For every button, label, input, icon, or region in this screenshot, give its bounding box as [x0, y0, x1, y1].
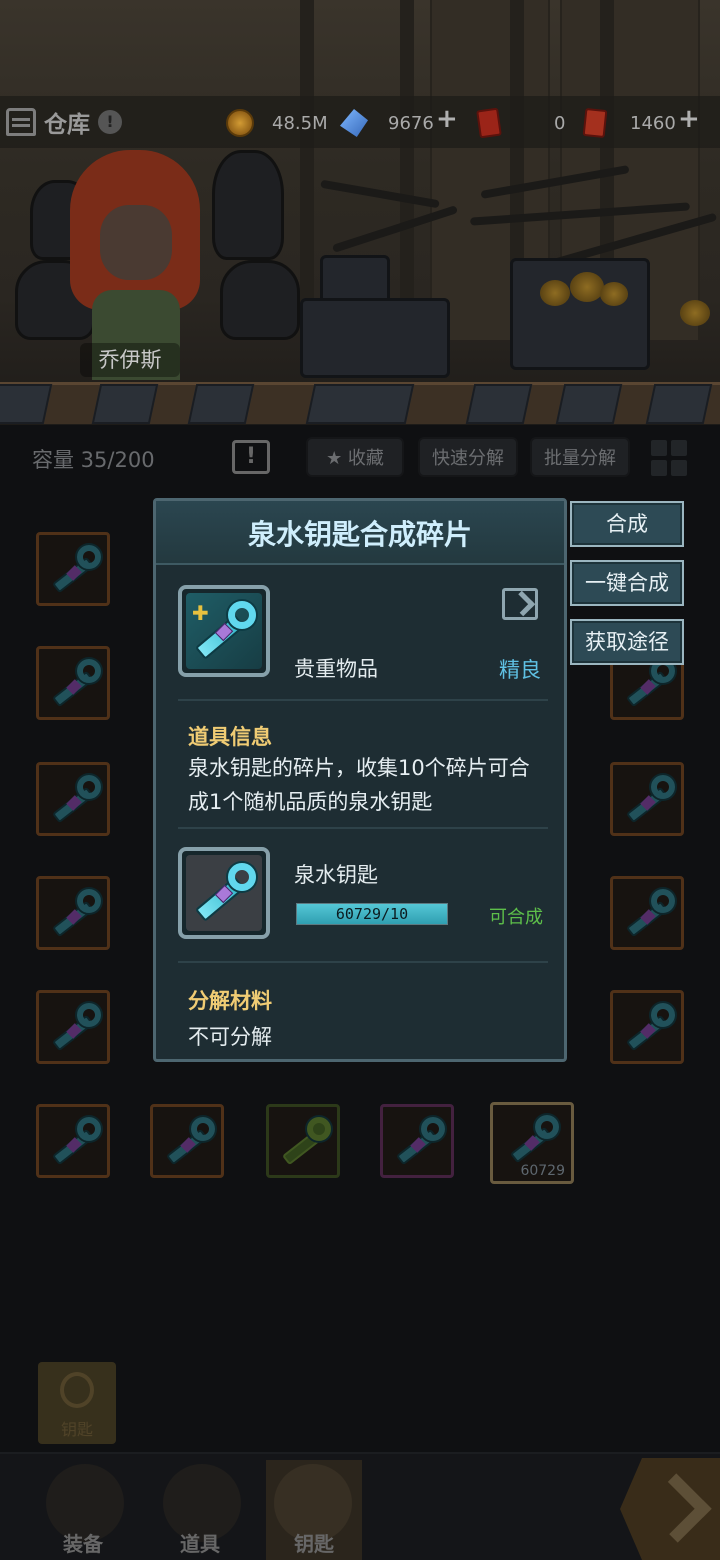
page-title: 仓库: [44, 112, 90, 138]
item-description: 泉水钥匙的碎片，收集10个碎片可合成1个随机品质的泉水钥匙: [188, 756, 530, 814]
popup-title: 泉水钥匙合成碎片: [247, 518, 472, 551]
red-card-icon: [476, 107, 502, 139]
progress-text: 60729/10: [335, 905, 409, 923]
decompose-heading: 分解材料: [188, 989, 272, 1013]
ticket-value: 1460: [630, 112, 676, 134]
decompose-text: 不可分解: [188, 1025, 272, 1049]
coin-value: 48.5M: [272, 112, 328, 134]
item-detail-popup: 泉水钥匙合成碎片 ✚ 贵重物品 精良 道具信息 泉水钥匙的碎片，收集10个碎片可…: [153, 498, 567, 1062]
combine-progress-bar: 60729/10: [296, 903, 448, 925]
hero-name: 乔伊斯: [80, 343, 180, 377]
coin-icon: [226, 109, 254, 137]
add-ticket-button[interactable]: +: [678, 104, 700, 134]
spring-key-fragment-icon: ✚: [192, 601, 256, 661]
target-item-frame: [178, 847, 270, 939]
one-click-combine-button[interactable]: 一键合成: [570, 560, 684, 606]
warehouse-title: 仓库 !: [6, 104, 122, 140]
share-icon[interactable]: [502, 588, 538, 620]
warehouse-icon: [6, 108, 36, 136]
item-icon-frame: ✚: [178, 585, 270, 677]
item-type: 贵重物品: [294, 657, 378, 681]
add-gem-button[interactable]: +: [436, 104, 458, 134]
item-rarity: 精良: [499, 658, 541, 682]
gem-value: 9676: [388, 112, 434, 134]
info-icon[interactable]: !: [98, 110, 122, 134]
info-heading: 道具信息: [188, 725, 272, 749]
obtain-ways-button[interactable]: 获取途径: [570, 619, 684, 665]
combine-button[interactable]: 合成: [570, 501, 684, 547]
target-item-name: 泉水钥匙: [294, 863, 378, 887]
ticket-icon: [582, 107, 608, 139]
spring-key-icon: [192, 863, 256, 923]
combine-status: 可合成: [489, 907, 543, 928]
popup-header: 泉水钥匙合成碎片: [156, 501, 564, 565]
card-value: 0: [554, 112, 566, 134]
